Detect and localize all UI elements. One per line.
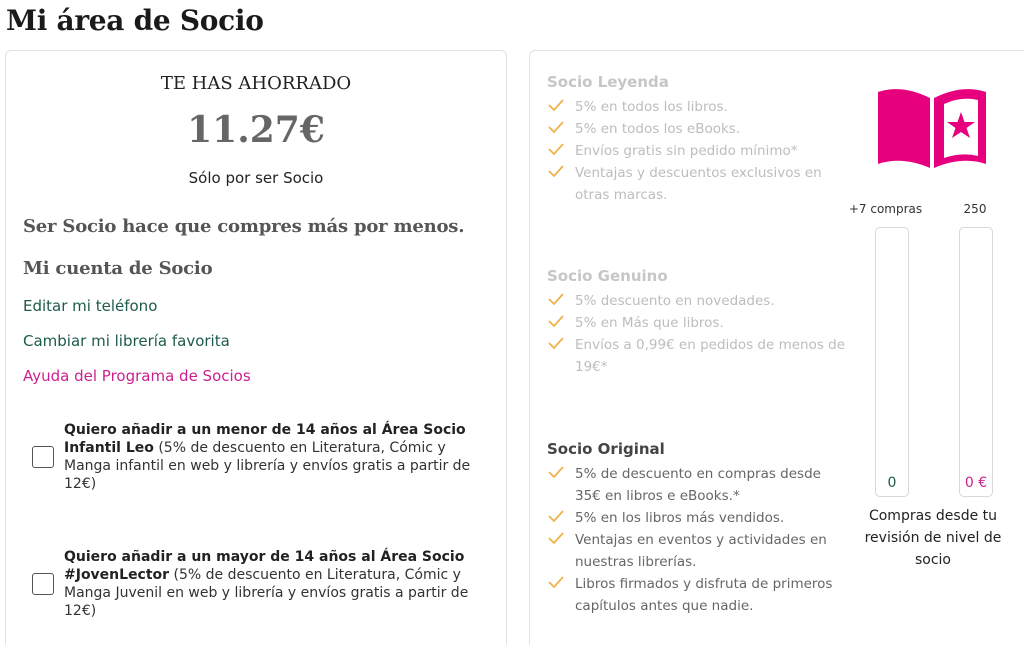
purchases-target-label: +7 compras bbox=[848, 202, 923, 216]
check-icon bbox=[548, 99, 564, 112]
savings-card: TE HAS AHORRADO 11.27€ Sólo por ser Soci… bbox=[5, 50, 507, 645]
tiers-card: Socio Leyenda 5% en todos los libros. 5%… bbox=[529, 50, 1024, 645]
tier-socio-genuino: Socio Genuino 5% descuento en novedades.… bbox=[547, 267, 847, 378]
progress-caption: Compras desde tu revisión de nivel de so… bbox=[864, 508, 1002, 568]
check-icon bbox=[548, 315, 564, 328]
account-heading: Mi cuenta de Socio bbox=[23, 258, 213, 279]
check-icon bbox=[548, 143, 564, 156]
benefit-item: Envíos gratis sin pedido mínimo* bbox=[547, 140, 847, 162]
check-icon bbox=[548, 510, 564, 523]
book-star-icon bbox=[878, 89, 986, 168]
amount-target-label: 250 bbox=[963, 202, 987, 216]
program-help-link[interactable]: Ayuda del Programa de Socios bbox=[23, 367, 251, 385]
tier-title: Socio Leyenda bbox=[547, 73, 669, 91]
tier-title: Socio Original bbox=[547, 440, 665, 458]
account-tagline: Ser Socio hace que compres más por menos… bbox=[23, 216, 465, 237]
savings-amount: 11.27€ bbox=[187, 109, 325, 151]
edit-phone-link[interactable]: Editar mi teléfono bbox=[23, 297, 157, 315]
savings-label: TE HAS AHORRADO bbox=[160, 73, 352, 94]
benefit-item: 5% descuento en novedades. bbox=[547, 290, 847, 312]
optin-infantil-checkbox[interactable] bbox=[32, 446, 54, 468]
change-bookstore-link[interactable]: Cambiar mi librería favorita bbox=[23, 332, 230, 350]
tier-socio-leyenda: Socio Leyenda 5% en todos los libros. 5%… bbox=[547, 73, 847, 206]
check-icon bbox=[548, 165, 564, 178]
check-icon bbox=[548, 466, 564, 479]
optin-infantil-label[interactable]: Quiero añadir a un menor de 14 años al Á… bbox=[64, 421, 484, 493]
benefit-item: Libros firmados y disfruta de primeros c… bbox=[547, 573, 847, 617]
benefit-item: 5% en los libros más vendidos. bbox=[547, 507, 847, 529]
tier-title: Socio Genuino bbox=[547, 267, 668, 285]
optin-joven-label[interactable]: Quiero añadir a un mayor de 14 años al Á… bbox=[64, 548, 484, 620]
amount-progress-bar bbox=[959, 227, 993, 497]
check-icon bbox=[548, 337, 564, 350]
purchases-value: 0 bbox=[887, 475, 897, 491]
amount-value: 0 € bbox=[964, 475, 988, 491]
check-icon bbox=[548, 293, 564, 306]
benefit-item: 5% en todos los eBooks. bbox=[547, 118, 847, 140]
savings-subtitle: Sólo por ser Socio bbox=[188, 169, 324, 187]
tier-socio-original: Socio Original 5% de descuento en compra… bbox=[547, 440, 847, 617]
purchases-progress-bar bbox=[875, 227, 909, 497]
benefit-item: Envíos a 0,99€ en pedidos de menos de 19… bbox=[547, 334, 847, 378]
check-icon bbox=[548, 576, 564, 589]
benefit-item: Ventajas en eventos y actividades en nue… bbox=[547, 529, 847, 573]
optin-joven-checkbox[interactable] bbox=[32, 573, 54, 595]
benefit-item: 5% de descuento en compras desde 35€ en … bbox=[547, 463, 847, 507]
benefit-item: Ventajas y descuentos exclusivos en otra… bbox=[547, 162, 847, 206]
page-title: Mi área de Socio bbox=[6, 4, 264, 37]
check-icon bbox=[548, 121, 564, 134]
check-icon bbox=[548, 532, 564, 545]
benefit-item: 5% en todos los libros. bbox=[547, 96, 847, 118]
benefit-item: 5% en Más que libros. bbox=[547, 312, 847, 334]
